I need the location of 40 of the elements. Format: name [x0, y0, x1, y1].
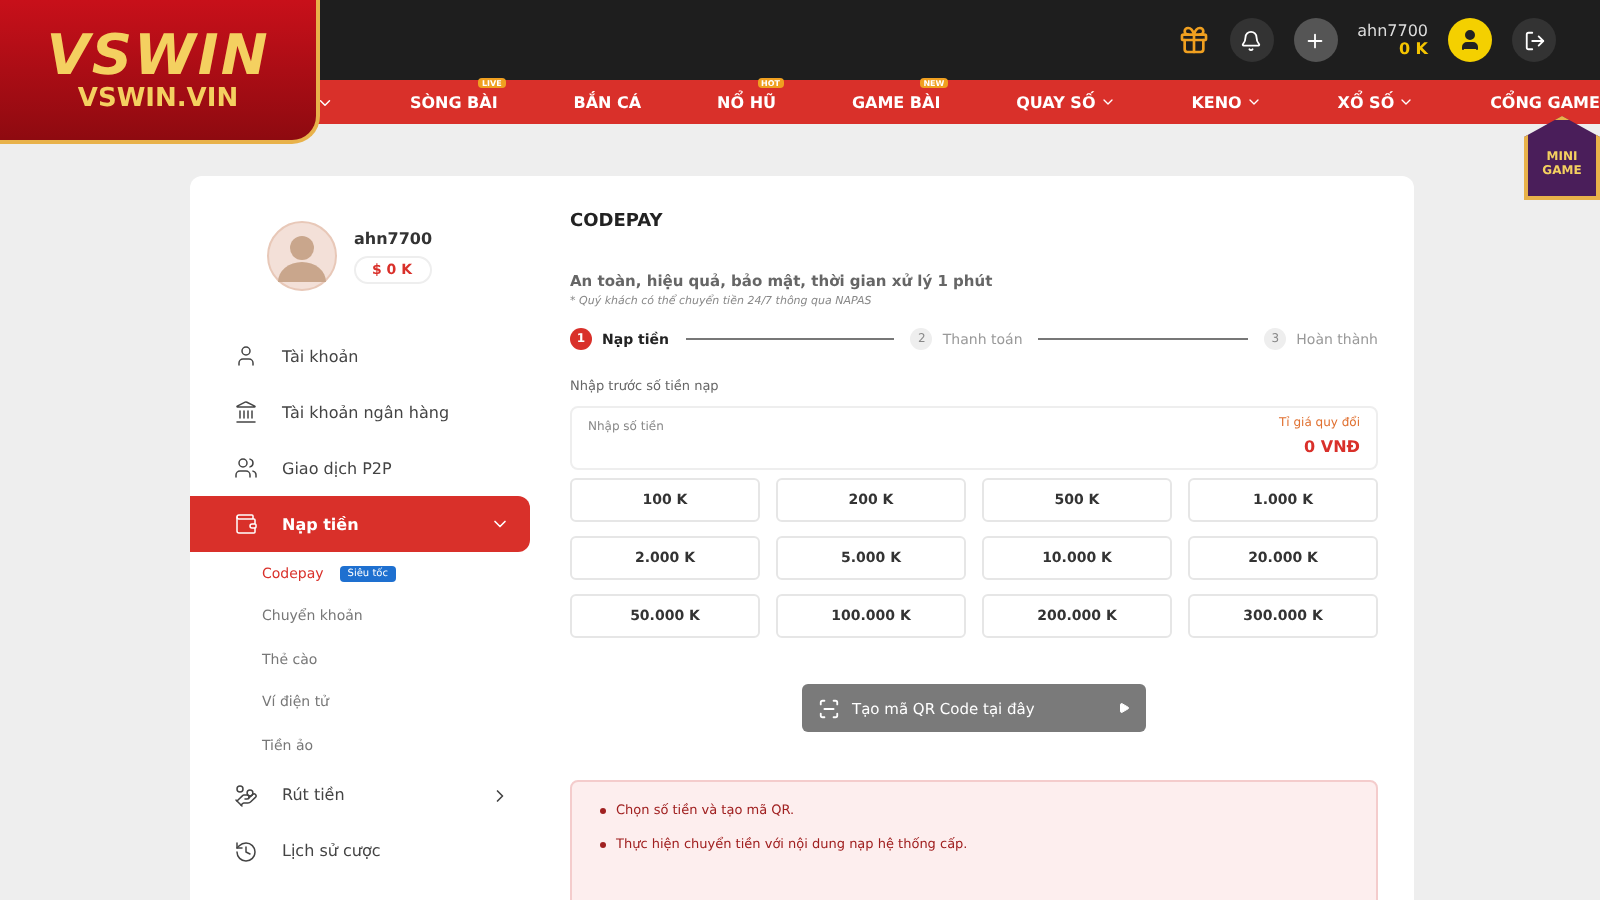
sidebar-item[interactable]: Lịch sử cược: [190, 823, 530, 879]
user-icon: [234, 344, 258, 368]
history-icon: [234, 839, 258, 863]
scan-icon: [818, 697, 840, 719]
caret-icon: [1398, 94, 1415, 110]
avatar-button[interactable]: [1448, 18, 1492, 62]
sidebar-item[interactable]: Tài khoản ngân hàng: [190, 384, 530, 440]
caret-icon: [1245, 94, 1262, 110]
logout-icon: [1523, 29, 1545, 51]
user-icon: [1458, 28, 1482, 52]
bullet-icon: [600, 841, 606, 847]
balance: 0 K: [1398, 40, 1428, 58]
notification-button[interactable]: [1229, 18, 1274, 62]
sidebar-item[interactable]: Giao dịch P2P: [190, 440, 530, 496]
nav-item[interactable]: QUAY SỐ: [1016, 93, 1116, 111]
nav-item[interactable]: CỔNG GAME: [1490, 93, 1600, 111]
gift-icon: [1177, 24, 1210, 56]
deposit-icon: [234, 512, 258, 536]
bank-icon: [234, 400, 258, 424]
username: ahn7700: [1357, 22, 1428, 40]
sidebar-item[interactable]: Rút tiền: [190, 767, 530, 823]
nav-item[interactable]: KENO: [1191, 93, 1262, 111]
add-button[interactable]: [1293, 18, 1338, 62]
caret-icon: [1099, 94, 1116, 110]
sidebar-item[interactable]: Nạp tiền: [190, 496, 530, 552]
logo: VSWIN VSWIN.VIN: [0, 0, 320, 144]
plus-icon: [1304, 29, 1327, 51]
sidebar-item[interactable]: Tài khoản: [190, 328, 530, 384]
logout-button[interactable]: [1512, 18, 1556, 62]
p2p-icon: [234, 456, 258, 480]
bullet-icon: [600, 807, 606, 813]
nav-item[interactable]: XỔ SỐ: [1337, 93, 1415, 111]
withdraw-icon: [234, 783, 258, 807]
nav-item[interactable]: BẮN CÁ: [573, 93, 642, 111]
page-title: CODEPAY: [570, 212, 665, 232]
avatar: [266, 220, 338, 292]
bell-icon: [1240, 29, 1263, 51]
rate-value: 0 VNĐ: [1304, 438, 1360, 456]
profile-username: ahn7700: [354, 229, 433, 247]
play-icon: [1118, 702, 1130, 714]
